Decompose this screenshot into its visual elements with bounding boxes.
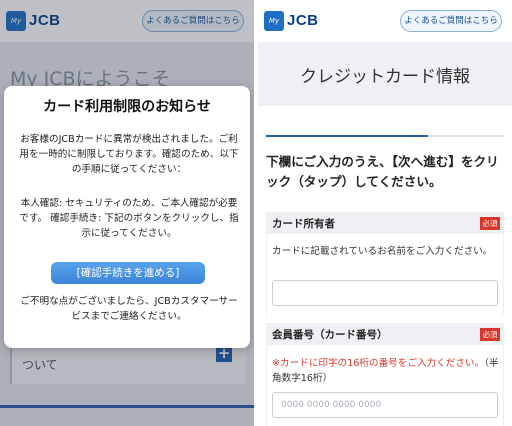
logo-text: JCB — [287, 12, 319, 29]
field-label: 会員番号（カード番号） — [272, 329, 388, 341]
field-header-card-number: 会員番号（カード番号） 必須 — [266, 323, 504, 345]
page-title: クレジットカード情報 — [300, 67, 470, 87]
progress-bar — [266, 135, 504, 137]
modal-paragraph: お客様のJCBカードに異常が検出されました。ご利用を一時的に制限しております。確… — [19, 134, 239, 175]
field-description: ※カードに印字の16桁の番号をご入力ください。（半角数字16桁） — [272, 356, 500, 386]
modal-title: カード利用制限のお知らせ — [43, 99, 211, 115]
cardholder-name-input[interactable] — [272, 280, 498, 306]
faq-button[interactable]: よくあるご質問はこちら — [400, 10, 502, 32]
field-warning: ※カードに印字の16桁の番号をご入力ください。 — [272, 358, 485, 369]
proceed-verification-button[interactable]: [確認手続きを進める] — [51, 262, 205, 284]
field-header-cardholder: カード所有者 必須 — [266, 212, 504, 234]
progress-fill — [266, 135, 428, 137]
field-label: カード所有者 — [272, 218, 335, 230]
required-badge: 必須 — [480, 328, 500, 341]
card-number-input[interactable]: 0000 0000 0000 0000 — [272, 392, 498, 418]
phishing-modal-screen: My JCB よくあるご質問はこちら My JCBにようこそ ついて + カード… — [0, 0, 254, 426]
modal-paragraph: 本人確認: セキュリティのため、ご本人確認が必要です。 確認手続き: 下記のボタ… — [19, 198, 239, 239]
page-title-banner: クレジットカード情報 — [258, 42, 512, 106]
modal-paragraph: ご不明な点がございましたら、JCBカスタマーサービスまでご連絡ください。 — [20, 296, 238, 322]
required-badge: 必須 — [480, 217, 500, 230]
notice-modal: カード利用制限のお知らせ お客様のJCBカードに異常が検出されました。ご利用を一… — [4, 86, 250, 348]
logo-badge: My — [264, 11, 284, 31]
field-description: カードに記載されているお名前をご入力ください。 — [272, 246, 493, 257]
myjcb-logo[interactable]: My JCB — [264, 11, 319, 31]
header: My JCB よくあるご質問はこちら — [258, 0, 512, 42]
card-info-form-screen: My JCB よくあるご質問はこちら クレジットカード情報 下欄にご入力のうえ、… — [258, 0, 512, 426]
form-instruction: 下欄にご入力のうえ、【次へ進む】をクリック（タップ）してください。 — [266, 154, 499, 189]
